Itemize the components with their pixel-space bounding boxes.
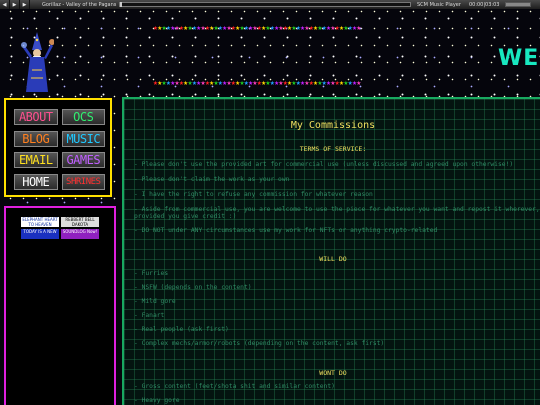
site-button-1[interactable]: ELEPHANT HEART TO HEAVEN — [21, 217, 59, 227]
wizard-icon — [21, 32, 54, 92]
star-icon: ★ — [356, 78, 361, 87]
seek-bar[interactable] — [119, 2, 411, 7]
site-buttons-box: ELEPHANT HEART TO HEAVEN REBBERT BELL DA… — [4, 206, 116, 405]
tos-item: provided you give credit :) — [134, 213, 237, 220]
player-name: SCM Music Player — [417, 1, 461, 8]
navigation-box: ABOUT OCS BLOG MUSIC EMAIL GAMES HOME SH… — [4, 98, 112, 197]
site-button-3[interactable]: TODAY IS A NEW — [21, 229, 59, 239]
nav-blog-button[interactable]: BLOG — [14, 130, 58, 147]
wont-do-heading: WONT DO — [319, 369, 347, 377]
previous-icon[interactable]: ◀ — [0, 0, 10, 9]
will-do-item: - Furries — [134, 270, 169, 277]
seek-knob[interactable] — [120, 2, 122, 7]
will-do-item: - NSFW (depends on the content) — [134, 284, 252, 291]
music-player-bar: ◀ ▶ ▶ Gorillaz - Valley of the Pagans SC… — [0, 0, 540, 9]
nav-about-button[interactable]: ABOUT — [14, 109, 58, 125]
tos-heading: TERMS OF SERVICE: — [299, 145, 367, 153]
tos-item: - DO NOT under ANY circumstances use my … — [134, 227, 438, 234]
track-time: 00:00|03:03 — [468, 1, 500, 8]
nav-music-button[interactable]: MUSIC — [61, 130, 105, 147]
track-title: Gorillaz - Valley of the Pagans — [42, 1, 117, 8]
banner-title: WEl — [498, 46, 540, 71]
tos-item: - Please don't use the provided art for … — [134, 161, 514, 168]
nav-email-button[interactable]: EMAIL — [14, 152, 58, 168]
wont-do-item: - Gross content (feet/shota shit and sim… — [134, 383, 335, 390]
page-title: My Commissions — [290, 120, 376, 131]
star-icon: ★ — [356, 23, 361, 32]
nav-shrines-button[interactable]: SHRINES — [61, 173, 105, 190]
will-do-item: - Fanart — [134, 312, 165, 319]
will-do-heading: WILL DO — [319, 255, 347, 263]
will-do-item: - Mild gore — [134, 298, 176, 305]
tos-item: - I have the right to refuse any commiss… — [134, 191, 373, 198]
will-do-item: - Complex mechs/armor/robots (depending … — [134, 340, 385, 347]
star-border-top: ★★★★★★★★★★★★★★★★★★★★★★★★★★★★★★★★★★★★★★★★… — [153, 24, 361, 32]
star-border-bottom: ★★★★★★★★★★★★★★★★★★★★★★★★★★★★★★★★★★★★★★★★… — [153, 79, 361, 87]
nav-ocs-button[interactable]: OCS — [61, 109, 105, 125]
commissions-panel: My Commissions TERMS OF SERVICE: - Pleas… — [122, 97, 540, 405]
tos-item: - Please don't claim the work as your ow… — [134, 176, 290, 183]
site-button-2[interactable]: REBBERT BELL DAKOTA — [61, 217, 99, 227]
next-icon[interactable]: ▶ — [20, 0, 30, 9]
wont-do-item: - Heavy gore — [134, 397, 180, 404]
site-button-4[interactable]: SOUNDLOG Now! — [61, 229, 99, 239]
nav-home-button[interactable]: HOME — [14, 173, 58, 190]
will-do-item: - Real people (ask first) — [134, 326, 229, 333]
volume-slider[interactable] — [505, 2, 532, 7]
play-icon[interactable]: ▶ — [10, 0, 20, 9]
nav-games-button[interactable]: GAMES — [61, 152, 105, 168]
